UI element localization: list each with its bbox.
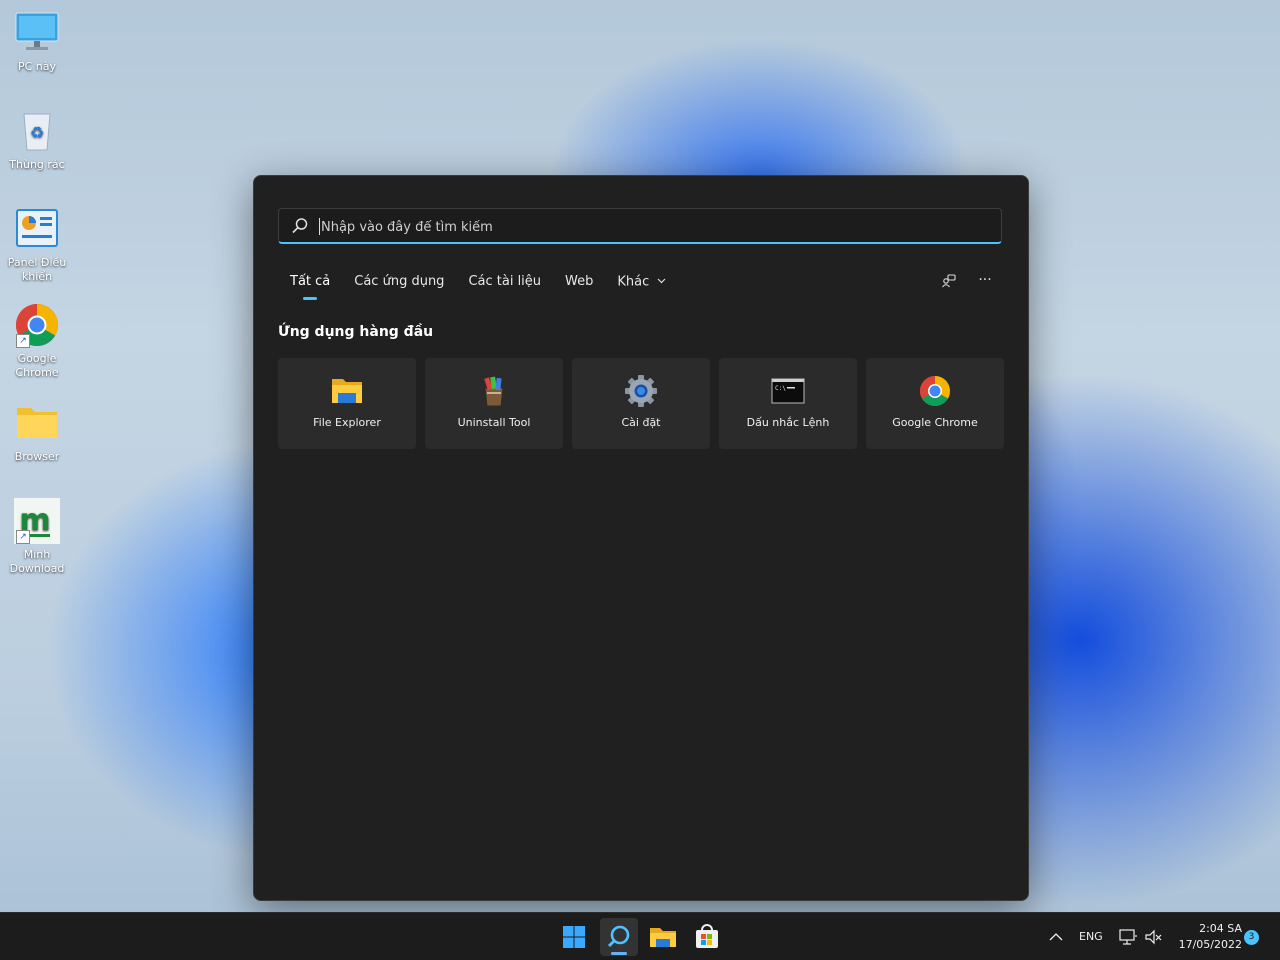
top-apps-list: File Explorer Uninstall Tool Cài đặt C:\… <box>278 358 1004 449</box>
active-tab-indicator <box>303 297 318 300</box>
account-switch-button[interactable] <box>935 268 963 294</box>
tab-label: Các ứng dụng <box>354 274 445 289</box>
clock[interactable]: 2:04 SA 17/05/2022 <box>1170 921 1242 953</box>
tab-apps[interactable]: Các ứng dụng <box>342 272 456 300</box>
app-tile-label: Google Chrome <box>892 416 978 429</box>
chrome-icon <box>918 374 952 408</box>
desktop-icon-label: Thùng rác <box>9 158 65 171</box>
desktop-icon-label: PC này <box>17 60 57 73</box>
desktop-icon-browser-folder[interactable]: Browser <box>4 400 70 464</box>
store-bag-icon <box>688 924 726 960</box>
folder-icon <box>644 928 682 960</box>
desktop-icon-label: Panel Điều khiển <box>7 256 67 283</box>
svg-text:C:\: C:\ <box>775 385 786 392</box>
desktop-icon-label: Browser <box>14 450 60 463</box>
recycle-bin-icon: ♻ <box>14 108 60 154</box>
search-tabs: Tất cả Các ứng dụng Các tài liệu Web Khá… <box>278 272 678 302</box>
start-button[interactable] <box>555 918 593 956</box>
uninstall-tool-icon <box>477 374 511 408</box>
folder-icon <box>14 400 60 446</box>
language-indicator[interactable]: ENG <box>1079 930 1103 943</box>
volume-button[interactable] <box>1144 928 1164 946</box>
app-tile-settings[interactable]: Cài đặt <box>572 358 710 449</box>
monitor-icon <box>14 10 60 56</box>
more-options-label: ··· <box>978 272 992 288</box>
app-tile-label: Uninstall Tool <box>457 416 531 429</box>
taskbar-file-explorer-button[interactable] <box>644 918 682 956</box>
app-tile-label: Dấu nhắc Lệnh <box>746 416 830 429</box>
taskbar-search-button[interactable] <box>600 918 638 956</box>
shortcut-arrow-icon: ↗ <box>16 530 30 544</box>
app-tile-google-chrome[interactable]: Google Chrome <box>866 358 1004 449</box>
control-panel-icon <box>14 206 60 252</box>
more-options-button[interactable]: ··· <box>971 268 999 294</box>
app-tile-label: Cài đặt <box>621 416 661 429</box>
tab-label: Web <box>565 274 594 289</box>
show-hidden-icons-button[interactable] <box>1046 929 1066 945</box>
tab-label: Các tài liệu <box>468 274 542 289</box>
app-tile-label: File Explorer <box>313 416 381 429</box>
account-switch-icon <box>941 274 957 293</box>
search-icon <box>600 925 638 960</box>
minh-download-icon: m ↗ <box>14 498 60 544</box>
tab-label: Khác <box>617 274 650 290</box>
app-tile-file-explorer[interactable]: File Explorer <box>278 358 416 449</box>
app-tile-uninstall-tool[interactable]: Uninstall Tool <box>425 358 563 449</box>
active-app-indicator <box>611 952 627 955</box>
app-tile-command-prompt[interactable]: C:\ Dấu nhắc Lệnh <box>719 358 857 449</box>
clock-time: 2:04 SA <box>1199 922 1242 935</box>
desktop-icon-control-panel[interactable]: Panel Điều khiển <box>4 206 70 284</box>
volume-muted-icon <box>1144 929 1164 950</box>
text-caret <box>319 218 320 235</box>
search-icon <box>291 217 309 235</box>
desktop-icon-this-pc[interactable]: PC này <box>4 10 70 74</box>
network-button[interactable] <box>1118 928 1138 946</box>
search-box[interactable] <box>278 208 1002 244</box>
taskbar-store-button[interactable] <box>688 918 726 956</box>
tab-all[interactable]: Tất cả <box>278 272 342 300</box>
search-input[interactable] <box>319 215 983 239</box>
desktop-icon-recycle-bin[interactable]: ♻ Thùng rác <box>4 108 70 172</box>
chevron-down-icon <box>657 272 666 292</box>
desktop-icon-minh-download[interactable]: m ↗ Minh Download <box>4 498 70 576</box>
shortcut-arrow-icon: ↗ <box>16 334 30 348</box>
windows-logo-icon <box>555 926 593 960</box>
notification-badge[interactable]: 3 <box>1244 930 1259 945</box>
svg-text:♻: ♻ <box>30 123 44 142</box>
tab-label: Tất cả <box>290 274 331 289</box>
chrome-icon: ↗ <box>14 302 60 348</box>
network-icon <box>1118 929 1138 950</box>
clock-date: 17/05/2022 <box>1178 938 1242 951</box>
chevron-up-icon <box>1046 930 1066 949</box>
search-panel: Tất cả Các ứng dụng Các tài liệu Web Khá… <box>253 175 1029 901</box>
terminal-icon: C:\ <box>771 374 805 408</box>
tab-web[interactable]: Web <box>553 272 605 300</box>
taskbar: ENG 2:04 SA 17/05/2022 3 <box>0 912 1280 960</box>
desktop-icon-label: Google Chrome <box>15 352 59 379</box>
tab-more[interactable]: Khác <box>605 272 678 300</box>
section-title: Ứng dụng hàng đầu <box>278 324 434 340</box>
tab-documents[interactable]: Các tài liệu <box>456 272 553 300</box>
desktop-icon-label: Minh Download <box>9 548 65 575</box>
gear-icon <box>624 374 658 408</box>
desktop-icon-google-chrome[interactable]: ↗ Google Chrome <box>4 302 70 380</box>
folder-icon <box>330 374 364 408</box>
